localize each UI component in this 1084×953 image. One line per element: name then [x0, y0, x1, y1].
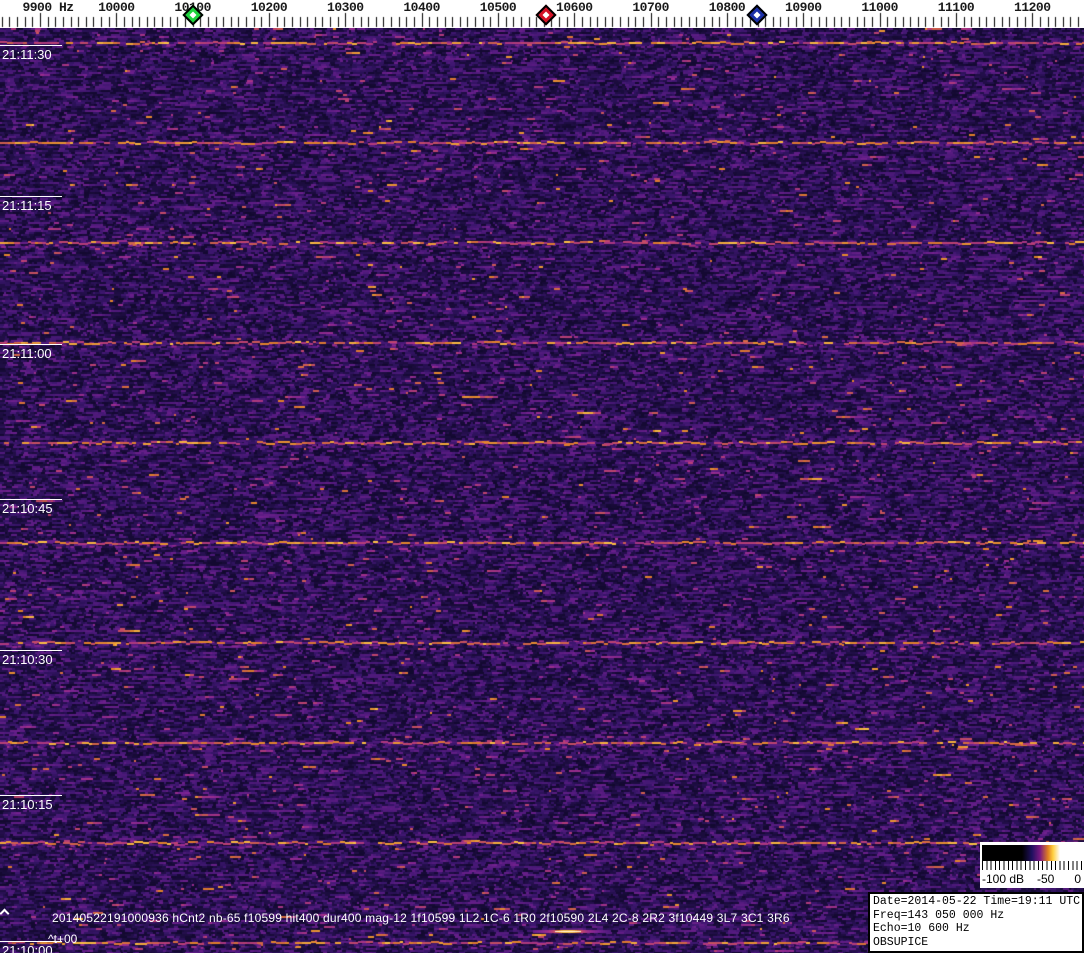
db-mid-label: -50: [1037, 872, 1055, 886]
db-gradient-bar: [982, 845, 1082, 861]
spectrogram-window: 9900 Hz100001010010200103001040010500106…: [0, 0, 1084, 953]
waterfall-display: [0, 28, 1084, 953]
time-tick-label: 21:11:15: [2, 198, 52, 213]
marker-core: [542, 11, 550, 19]
info-freq-line: Freq=143 050 000 Hz: [873, 908, 1005, 922]
freq-tick-label: 10300: [327, 0, 364, 15]
time-tick-label: 21:10:30: [2, 652, 53, 667]
db-min-label: -100 dB: [982, 872, 1025, 886]
info-date-line: Date=2014-05-22 Time=19:11 UTC: [873, 895, 1081, 908]
time-tick-label: 21:10:45: [2, 501, 53, 516]
time-tick-line: [0, 344, 62, 345]
time-tick-label: 21:10:15: [2, 797, 53, 812]
time-tick-line: [0, 650, 62, 651]
trigger-time-label: ^t+00: [48, 932, 78, 946]
freq-tick-label: 10400: [403, 0, 440, 15]
time-tick-label: 21:10:00: [2, 943, 53, 953]
frequency-ruler: 9900 Hz100001010010200103001040010500106…: [0, 0, 1084, 28]
freq-tick-label: 10600: [556, 0, 593, 15]
freq-tick-label: 10500: [479, 0, 517, 15]
db-scale-ticks: [982, 861, 1082, 870]
freq-tick-label: 10200: [250, 0, 288, 15]
db-scale-legend: -100 dB -50 0: [980, 842, 1084, 888]
freq-tick-label: 11000: [861, 0, 898, 15]
detection-summary-text: 20140522191000936 hCnt2 nb-65 f10599 hit…: [52, 911, 790, 925]
freq-tick-label: 10800: [708, 0, 746, 15]
time-tick-line: [0, 795, 62, 796]
marker-core: [753, 11, 761, 19]
info-echo-line: Echo=10 600 Hz: [873, 922, 970, 935]
freq-tick-label: 11200: [1014, 0, 1051, 15]
observation-info-box: Date=2014-05-22 Time=19:11 UTC Freq=143 …: [868, 892, 1084, 953]
info-station-line: OBSUPICE: [873, 935, 929, 949]
freq-tick-label: 10700: [632, 0, 669, 15]
freq-tick-label: 9900 Hz: [22, 0, 74, 15]
freq-tick-label: 10900: [785, 0, 822, 15]
db-max-label: 0: [1074, 872, 1081, 886]
time-tick-line: [0, 196, 62, 197]
time-tick-label: 21:11:30: [2, 47, 52, 62]
freq-tick-label: 10000: [98, 0, 135, 15]
marker-core: [189, 11, 197, 19]
time-tick-label: 21:11:00: [2, 346, 52, 361]
freq-tick-label: 11100: [937, 0, 975, 15]
time-tick-line: [0, 499, 62, 500]
time-tick-line: [0, 45, 62, 46]
